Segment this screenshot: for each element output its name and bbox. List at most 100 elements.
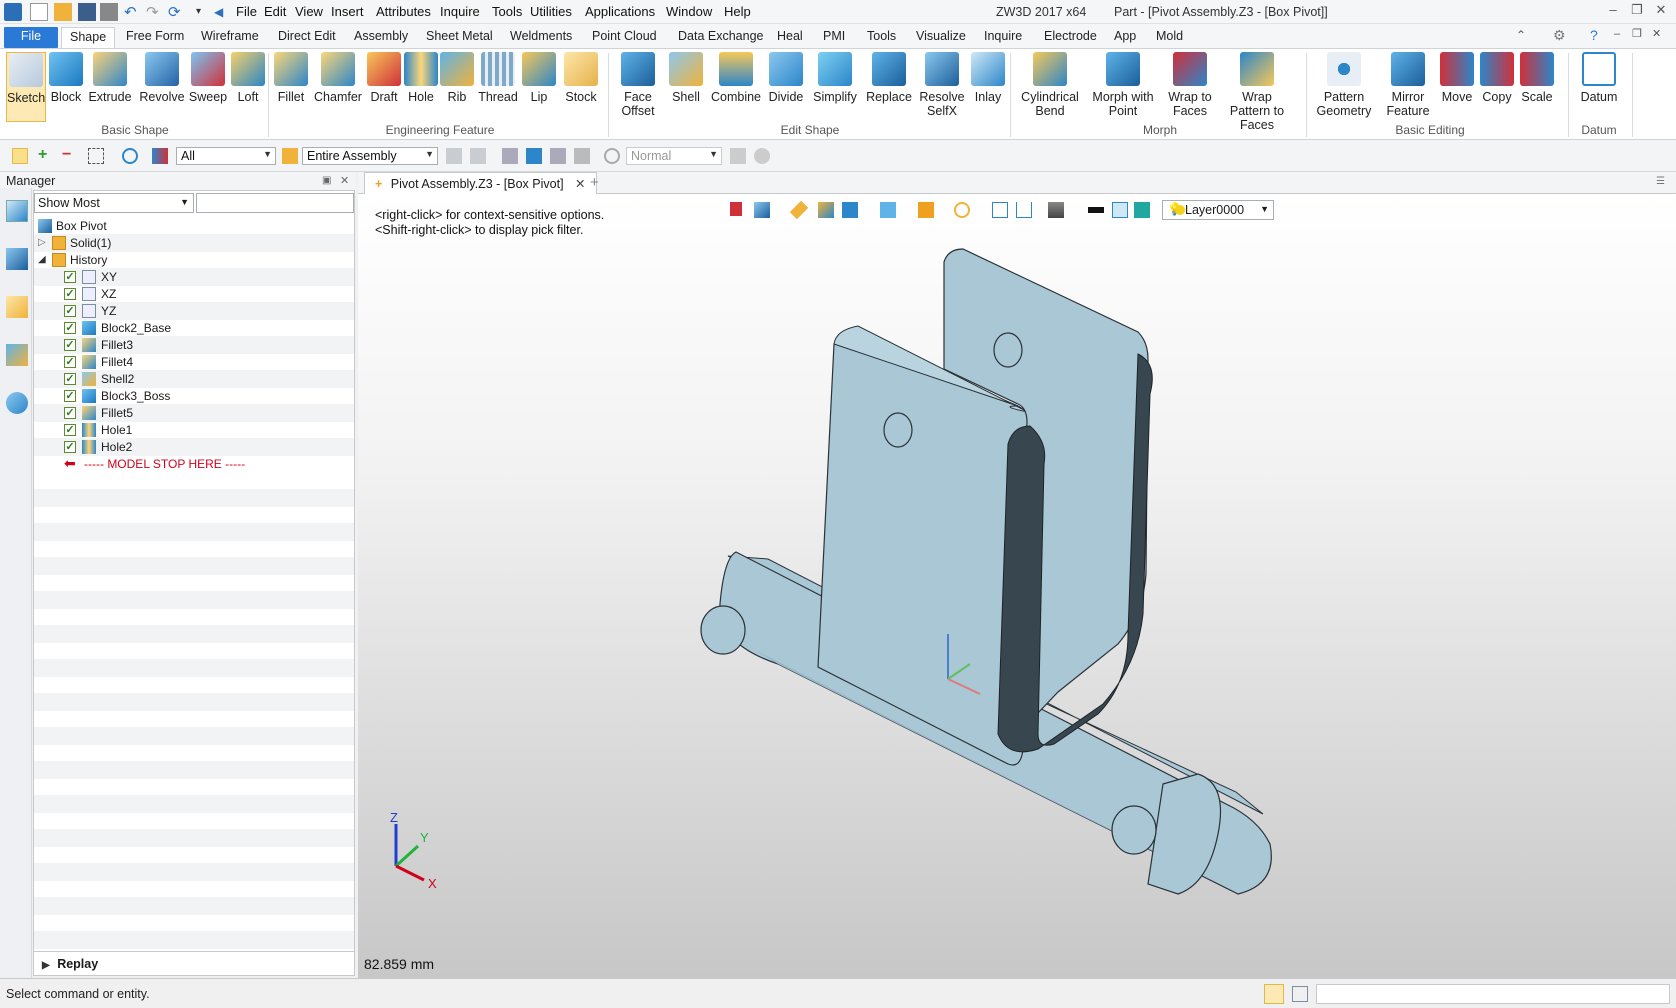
print-icon[interactable] (100, 3, 118, 21)
tab-pmi[interactable]: PMI (815, 27, 853, 48)
tab-mold[interactable]: Mold (1148, 27, 1191, 48)
divide-button[interactable]: Divide (764, 52, 808, 104)
tab-wireframe[interactable]: Wireframe (193, 27, 267, 48)
scale-button[interactable]: Scale (1518, 52, 1556, 104)
assembly-tree-icon[interactable] (6, 248, 28, 270)
pivot-part-model[interactable]: Z Y X (358, 194, 1676, 978)
tree-item-block2-base[interactable]: ✓ Block2_Base (34, 319, 354, 337)
command-input[interactable] (1316, 984, 1670, 1004)
menu-view[interactable]: View (295, 4, 323, 19)
help-icon[interactable]: ? (1590, 27, 1598, 43)
part-icon[interactable] (6, 296, 28, 318)
tree-item-hole2[interactable]: ✓ Hole2 (34, 438, 354, 456)
shell-button[interactable]: Shell (666, 52, 706, 104)
tree-item-xz[interactable]: ✓ XZ (34, 285, 354, 303)
morph-with-point-button[interactable]: Morph with Point (1090, 52, 1156, 118)
visibility-checkbox[interactable]: ✓ (64, 356, 76, 368)
menu-window[interactable]: Window (666, 4, 712, 19)
mode-dropdown[interactable]: Normal ▼ (626, 147, 722, 165)
add-icon[interactable]: + (38, 146, 54, 163)
select-pointer-icon[interactable] (12, 148, 28, 164)
3d-viewport[interactable]: 💡 Layer0000 ▼ <right-click> for context-… (358, 194, 1676, 978)
lasso-select-icon[interactable] (122, 148, 138, 164)
filter-icon[interactable] (152, 148, 168, 164)
menu-insert[interactable]: Insert (331, 4, 364, 19)
visibility-checkbox[interactable]: ✓ (64, 288, 76, 300)
tab-shape[interactable]: Shape (61, 27, 116, 48)
visibility-checkbox[interactable]: ✓ (64, 424, 76, 436)
menu-applications[interactable]: Applications (585, 4, 655, 19)
tab-list-icon[interactable]: ☰ (1656, 176, 1665, 187)
tab-point-cloud[interactable]: Point Cloud (584, 27, 665, 48)
mirror-feature-button[interactable]: Mirror Feature (1382, 52, 1434, 118)
tab-assembly[interactable]: Assembly (346, 27, 416, 48)
list-icon[interactable] (1292, 986, 1308, 1002)
tab-weldments[interactable]: Weldments (502, 27, 580, 48)
sketch-button[interactable]: Sketch (6, 52, 46, 122)
tab-app[interactable]: App (1106, 27, 1144, 48)
visibility-checkbox[interactable]: ✓ (64, 390, 76, 402)
snap-icon[interactable] (604, 148, 620, 164)
undo-icon[interactable]: ↶ (124, 3, 142, 21)
menu-attributes[interactable]: Attributes (376, 4, 431, 19)
close-icon[interactable]: ✕ (1652, 2, 1670, 20)
tab-tools[interactable]: Tools (859, 27, 904, 48)
assembly-scope-icon[interactable] (282, 148, 298, 164)
datum-button[interactable]: Datum (1576, 52, 1622, 104)
open-folder-icon[interactable] (54, 3, 72, 21)
draft-button[interactable]: Draft (366, 52, 402, 104)
doc-minimize-icon[interactable]: – (1614, 28, 1620, 40)
tree-item-fillet3[interactable]: ✓ Fillet3 (34, 336, 354, 354)
document-tab[interactable]: + Pivot Assembly.Z3 - [Box Pivot] ✕ (364, 172, 597, 194)
resolve-selfx-button[interactable]: Resolve SelfX (916, 52, 968, 118)
new-file-icon[interactable] (30, 3, 48, 21)
fillet-button[interactable]: Fillet (272, 52, 310, 104)
stock-button[interactable]: Stock (560, 52, 602, 104)
tab-sheet-metal[interactable]: Sheet Metal (418, 27, 501, 48)
command-input-icon[interactable] (1264, 984, 1284, 1004)
doc-restore-icon[interactable]: ❐ (1632, 27, 1642, 40)
tab-inquire[interactable]: Inquire (976, 27, 1030, 48)
box-select-icon[interactable] (88, 148, 104, 164)
block-button[interactable]: Block (48, 52, 84, 104)
close-icon[interactable]: ✕ (340, 174, 349, 187)
visibility-checkbox[interactable]: ✓ (64, 373, 76, 385)
replay-section[interactable]: ▶ Replay (34, 951, 354, 975)
replace-button[interactable]: Replace (864, 52, 914, 104)
close-tab-icon[interactable]: ✕ (575, 177, 585, 191)
wrap-pattern-to-faces-button[interactable]: Wrap Pattern to Faces (1220, 52, 1294, 132)
tree-filter-input[interactable] (196, 193, 354, 213)
redo-icon[interactable]: ↷ (146, 3, 164, 21)
tree-solid[interactable]: ▷ Solid(1) (34, 234, 354, 252)
tab-direct-edit[interactable]: Direct Edit (270, 27, 344, 48)
tree-item-yz[interactable]: ✓ YZ (34, 302, 354, 320)
tree-icon[interactable] (526, 148, 542, 164)
doc-close-icon[interactable]: ✕ (1652, 27, 1661, 40)
hole-button[interactable]: Hole (404, 52, 438, 104)
pick-icon[interactable] (730, 148, 746, 164)
settings-gear-icon[interactable]: ⚙ (1553, 27, 1566, 44)
visibility-checkbox[interactable]: ✓ (64, 407, 76, 419)
refresh-icon[interactable]: ⟳ (168, 3, 186, 21)
move-button[interactable]: Move (1438, 52, 1476, 104)
menu-inquire[interactable]: Inquire (440, 4, 480, 19)
extrude-button[interactable]: Extrude (88, 52, 132, 104)
pin-icon[interactable]: ▣ (322, 175, 331, 186)
cylindrical-bend-button[interactable]: Cylindrical Bend (1018, 52, 1082, 118)
tree-item-fillet4[interactable]: ✓ Fillet4 (34, 353, 354, 371)
maximize-icon[interactable]: ❐ (1628, 2, 1646, 20)
copy-button[interactable]: Copy (1478, 52, 1516, 104)
tab-heal[interactable]: Heal (769, 27, 811, 48)
simplify-button[interactable]: Simplify (810, 52, 860, 104)
tree-item-block3-boss[interactable]: ✓ Block3_Boss (34, 387, 354, 405)
minimize-icon[interactable]: – (1604, 2, 1622, 20)
settings-icon[interactable] (754, 148, 770, 164)
user-icon[interactable] (6, 392, 28, 414)
rib-button[interactable]: Rib (440, 52, 474, 104)
collapse-ribbon-icon[interactable]: ⌃ (1516, 28, 1526, 42)
chevron-right-icon[interactable]: ▷ (38, 234, 46, 252)
loft-button[interactable]: Loft (230, 52, 266, 104)
new-tab-icon[interactable]: + (590, 174, 599, 191)
align-icon[interactable] (470, 148, 486, 164)
menu-tools[interactable]: Tools (492, 4, 522, 19)
